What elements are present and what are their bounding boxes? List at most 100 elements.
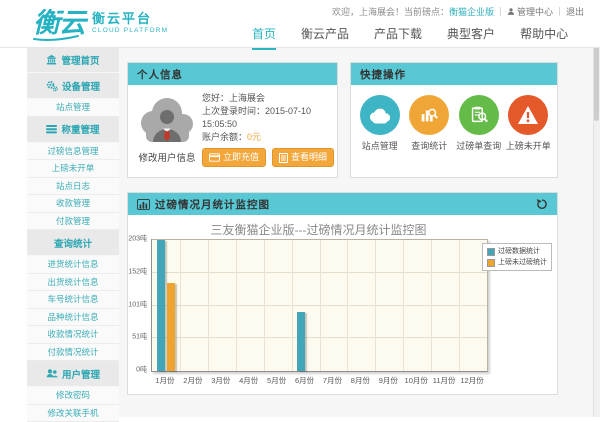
chart-y-axis-labels: 0吨51吨101吨152吨203吨 bbox=[128, 239, 149, 370]
legend-swatch bbox=[487, 248, 495, 256]
legend-entry[interactable]: 过磅数据统计 bbox=[487, 247, 547, 256]
quick-action-1[interactable]: 查询统计 bbox=[405, 95, 453, 152]
sidebar-item-label: 过磅信息管理 bbox=[47, 145, 98, 157]
logo-mark: 衡云 bbox=[33, 4, 85, 41]
sidebar-item-15[interactable]: 付款情况统计 bbox=[27, 344, 119, 362]
recharge-button[interactable]: 立即充值 bbox=[202, 148, 266, 167]
quick-action-label: 上磅未开单 bbox=[504, 141, 552, 152]
cloud-icon bbox=[360, 95, 400, 135]
sidebar-section-0[interactable]: 管理首页 bbox=[27, 47, 119, 73]
legend-label: 上磅未过磅统计 bbox=[498, 258, 547, 267]
x-tick-label: 3月份 bbox=[211, 375, 230, 386]
nav-item-2[interactable]: 产品下载 bbox=[374, 25, 422, 50]
gridline bbox=[264, 240, 265, 371]
sidebar-item-5[interactable]: 上磅未开单 bbox=[27, 160, 119, 178]
nav-item-0[interactable]: 首页 bbox=[252, 25, 276, 50]
edit-user-info-link[interactable]: 修改用户信息 bbox=[136, 150, 198, 164]
sidebar-section-3[interactable]: 称重管理 bbox=[27, 117, 119, 143]
chart-icon bbox=[137, 199, 150, 210]
sidebar-item-label: 修改密码 bbox=[56, 389, 90, 401]
welcome-text: 欢迎，上海展会！当前磅点： bbox=[332, 5, 449, 18]
logo-text: 衡云平台 CLOUD PLATFORM bbox=[92, 11, 168, 35]
y-tick-label: 152吨 bbox=[128, 268, 147, 275]
quick-action-label: 过磅单查询 bbox=[455, 141, 503, 152]
x-tick-label: 11月份 bbox=[433, 375, 456, 386]
profile-buttons: 立即充值 查看明细 bbox=[202, 148, 334, 167]
users-icon bbox=[46, 368, 58, 379]
bank-icon bbox=[46, 54, 57, 65]
x-tick-label: 8月份 bbox=[351, 375, 370, 386]
nav-item-1[interactable]: 衡云产品 bbox=[301, 25, 349, 50]
y-tick-label: 0吨 bbox=[136, 367, 147, 374]
sidebar-section-9[interactable]: 查询统计 bbox=[27, 230, 119, 256]
x-tick-label: 5月份 bbox=[267, 375, 286, 386]
quick-action-3[interactable]: 上磅未开单 bbox=[504, 95, 552, 152]
chart-panel-header: 过磅情况月统计监控图 bbox=[128, 193, 557, 215]
refresh-button[interactable] bbox=[536, 198, 548, 210]
gridline bbox=[180, 240, 181, 371]
sidebar-item-13[interactable]: 品种统计信息 bbox=[27, 309, 119, 327]
sidebar-item-10[interactable]: 进货统计信息 bbox=[27, 256, 119, 274]
quick-actions-panel: 快捷操作 站点管理查询统计过磅单查询上磅未开单 bbox=[350, 62, 558, 178]
scrollbar-track[interactable] bbox=[593, 0, 600, 417]
sidebar-item-14[interactable]: 收款情况统计 bbox=[27, 326, 119, 344]
sidebar-item-7[interactable]: 收款管理 bbox=[27, 195, 119, 213]
sidebar-item-label: 站点日志 bbox=[56, 180, 90, 192]
gridline bbox=[292, 240, 293, 371]
profile-panel-header: 个人信息 bbox=[128, 63, 337, 85]
sidebar-item-4[interactable]: 过磅信息管理 bbox=[27, 143, 119, 161]
person-icon bbox=[507, 7, 515, 16]
sidebar-item-label: 车号统计信息 bbox=[47, 293, 98, 305]
card-icon bbox=[209, 153, 220, 162]
current-site-link[interactable]: 衡猫企业版 bbox=[449, 5, 494, 18]
sidebar-item-8[interactable]: 付款管理 bbox=[27, 213, 119, 231]
profile-avatar-block: 修改用户信息 bbox=[136, 92, 198, 167]
sidebar-section-16[interactable]: 用户管理 bbox=[27, 361, 119, 387]
quick-action-0[interactable]: 站点管理 bbox=[356, 95, 404, 152]
sidebar-item-6[interactable]: 站点日志 bbox=[27, 178, 119, 196]
sidebar-item-label: 进货统计信息 bbox=[47, 258, 98, 270]
x-tick-label: 10月份 bbox=[405, 375, 428, 386]
sidebar-item-label: 设备管理 bbox=[62, 79, 100, 93]
logout-link[interactable]: 退出 bbox=[566, 5, 584, 18]
view-detail-button[interactable]: 查看明细 bbox=[272, 148, 334, 167]
quick-action-label: 站点管理 bbox=[356, 141, 404, 152]
sidebar: 管理首页设备管理站点管理称重管理过磅信息管理上磅未开单站点日志收款管理付款管理查… bbox=[27, 47, 119, 417]
document-icon bbox=[279, 153, 288, 163]
quick-actions-header: 快捷操作 bbox=[351, 63, 557, 85]
x-tick-label: 7月份 bbox=[323, 375, 342, 386]
sidebar-item-17[interactable]: 修改密码 bbox=[27, 387, 119, 405]
sidebar-item-2[interactable]: 站点管理 bbox=[27, 99, 119, 117]
bar-过磅数据统计-1月份 bbox=[157, 240, 165, 371]
quick-action-2[interactable]: 过磅单查询 bbox=[455, 95, 503, 152]
sidebar-item-11[interactable]: 出货统计信息 bbox=[27, 274, 119, 292]
nav-item-4[interactable]: 帮助中心 bbox=[520, 25, 568, 50]
x-tick-label: 12月份 bbox=[460, 375, 483, 386]
divider bbox=[500, 7, 501, 16]
last-login-text: 上次登录时间：2015-07-10 15:05:50 bbox=[202, 105, 326, 131]
y-tick-label: 203吨 bbox=[128, 236, 147, 243]
sidebar-section-1[interactable]: 设备管理 bbox=[27, 73, 119, 99]
sidebar-item-label: 付款情况统计 bbox=[47, 346, 98, 358]
sidebar-item-label: 上磅未开单 bbox=[52, 162, 95, 174]
gears-icon bbox=[46, 80, 58, 92]
sidebar-item-12[interactable]: 车号统计信息 bbox=[27, 291, 119, 309]
legend-entry[interactable]: 上磅未过磅统计 bbox=[487, 258, 547, 267]
gridline bbox=[375, 240, 376, 371]
bar-过磅数据统计-6月份 bbox=[297, 312, 305, 371]
logo: 衡云 衡云平台 CLOUD PLATFORM bbox=[33, 4, 168, 41]
nav-item-3[interactable]: 典型客户 bbox=[447, 25, 495, 50]
sidebar-item-18[interactable]: 修改关联手机 bbox=[27, 405, 119, 422]
avatar bbox=[136, 96, 198, 142]
header: 衡云 衡云平台 CLOUD PLATFORM 欢迎，上海展会！当前磅点： 衡猫企… bbox=[0, 0, 600, 48]
gridline bbox=[347, 240, 348, 371]
profile-panel: 个人信息 修改用户信息 您好：上海展会 上次登录时间：2015-07-10 15… bbox=[127, 62, 338, 178]
gridline bbox=[459, 240, 460, 371]
chart-legend: 过磅数据统计上磅未过磅统计 bbox=[482, 243, 552, 271]
legend-swatch bbox=[487, 259, 495, 267]
admin-center-link[interactable]: 管理中心 bbox=[507, 5, 553, 18]
logo-title: 衡云平台 bbox=[92, 11, 168, 26]
sidebar-item-label: 称重管理 bbox=[61, 122, 99, 136]
gridline bbox=[236, 240, 237, 371]
balance-value: 0元 bbox=[247, 132, 261, 142]
